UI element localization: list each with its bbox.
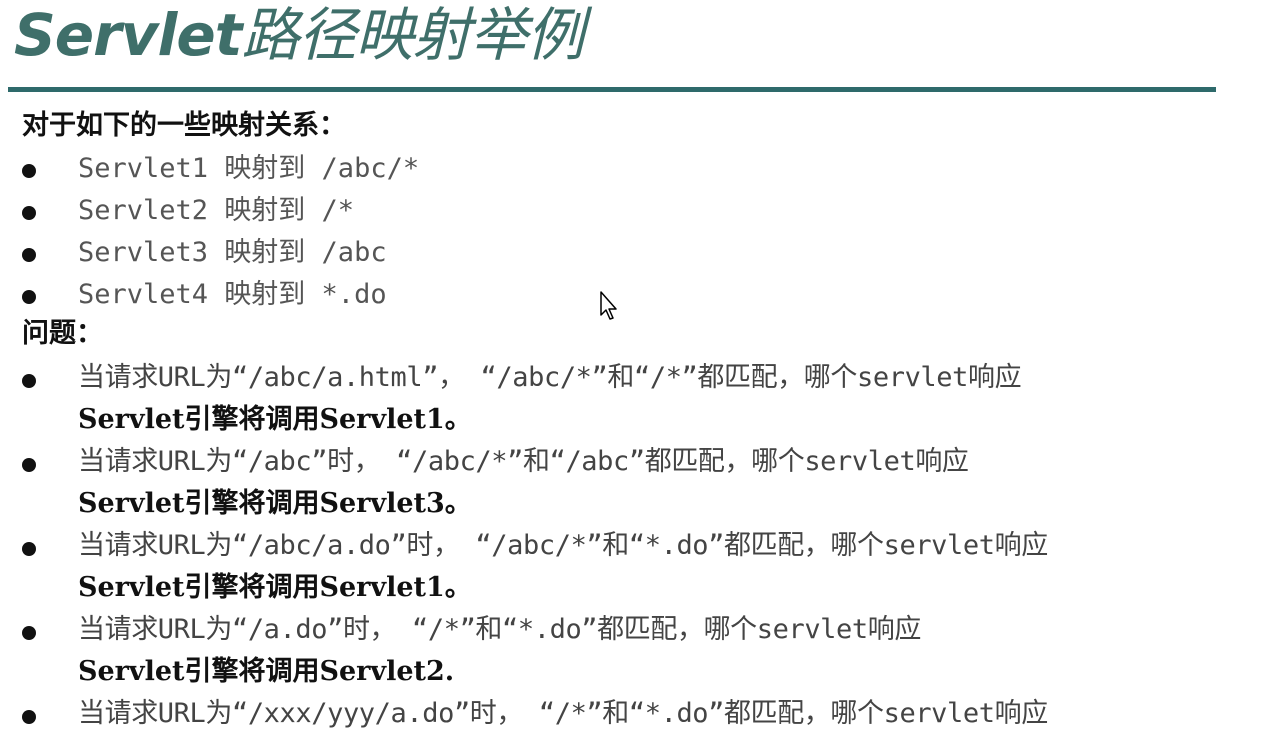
answer-text: Servlet引擎将调用Servlet3。 xyxy=(78,488,472,519)
mouse-pointer-icon xyxy=(600,291,617,320)
question-text: 当请求URL为“/a.do”时， “/*”和“*.do”都匹配，哪个servle… xyxy=(78,614,921,645)
bullet-icon xyxy=(22,542,36,556)
slide-title-cjk: 路径映射举例 xyxy=(241,1,584,69)
bullet-icon xyxy=(22,374,36,388)
slide-title: Servlet路径映射举例 xyxy=(14,0,584,76)
slide: Servlet路径映射举例 对于如下的一些映射关系： Servlet1 映射到 … xyxy=(0,0,1262,750)
questions-heading: 问题： xyxy=(22,318,103,349)
question-text: 当请求URL为“/abc/a.do”时， “/abc/*”和“*.do”都匹配，… xyxy=(78,530,1048,561)
question-text: 当请求URL为“/abc”时， “/abc/*”和“/abc”都匹配，哪个ser… xyxy=(78,446,969,477)
question-text: 当请求URL为“/xxx/yyy/a.do”时， “/*”和“*.do”都匹配，… xyxy=(78,698,1048,729)
slide-title-latin: Servlet xyxy=(14,1,242,69)
mapping-item: Servlet4 映射到 *.do xyxy=(78,279,387,310)
question-text: 当请求URL为“/abc/a.html”， “/abc/*”和“/*”都匹配，哪… xyxy=(78,362,1022,393)
intro-heading: 对于如下的一些映射关系： xyxy=(22,110,346,141)
title-divider xyxy=(8,87,1216,92)
answer-text: Servlet引擎将调用Servlet1。 xyxy=(78,404,472,435)
bullet-icon xyxy=(22,290,36,304)
answer-text: Servlet引擎将调用Servlet1。 xyxy=(78,572,472,603)
bullet-icon xyxy=(22,206,36,220)
bullet-icon xyxy=(22,626,36,640)
mapping-item: Servlet2 映射到 /* xyxy=(78,195,355,226)
bullet-icon xyxy=(22,710,36,724)
mapping-item: Servlet1 映射到 /abc/* xyxy=(78,153,420,184)
bullet-icon xyxy=(22,248,36,262)
mapping-item: Servlet3 映射到 /abc xyxy=(78,237,387,268)
answer-text: Servlet引擎将调用Servlet2. xyxy=(78,656,455,687)
bullet-icon xyxy=(22,164,36,178)
bullet-icon xyxy=(22,458,36,472)
